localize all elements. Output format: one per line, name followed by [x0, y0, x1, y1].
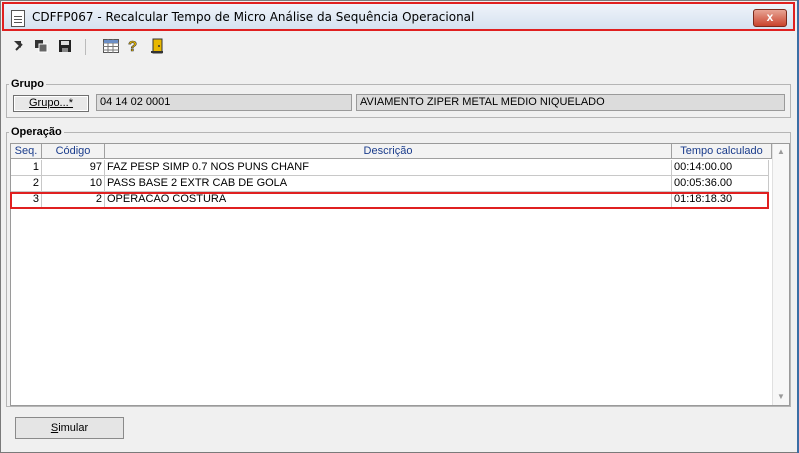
grid-icon[interactable] — [103, 38, 119, 54]
cell-seq: 3 — [11, 192, 42, 208]
grupo-button[interactable]: Grupo...* — [13, 95, 89, 112]
window-title: CDFFP067 - Recalcular Tempo de Micro Aná… — [32, 10, 475, 24]
svg-text:?: ? — [128, 38, 137, 54]
grupo-description-field[interactable]: AVIAMENTO ZIPER METAL MEDIO NIQUELADO — [356, 94, 785, 111]
exit-door-icon[interactable] — [149, 38, 165, 54]
title-bar[interactable]: CDFFP067 - Recalcular Tempo de Micro Aná… — [2, 2, 795, 31]
cell-seq: 1 — [11, 160, 42, 176]
main-window: CDFFP067 - Recalcular Tempo de Micro Aná… — [0, 0, 799, 453]
table-row[interactable]: 1 97 FAZ PESP SIMP 0.7 NOS PUNS CHANF 00… — [11, 160, 773, 176]
cell-descricao: PASS BASE 2 EXTR CAB DE GOLA — [105, 176, 672, 192]
close-button[interactable]: x — [753, 9, 787, 27]
save-icon[interactable] — [57, 38, 73, 54]
operacao-groupbox: Operação Seq. Código Descrição Tempo cal… — [6, 126, 791, 407]
operacao-legend: Operação — [9, 126, 64, 138]
cell-codigo: 2 — [42, 192, 105, 208]
toolbar-separator — [85, 39, 86, 55]
help-icon[interactable]: ? — [125, 38, 141, 54]
scroll-down-icon[interactable]: ▼ — [773, 390, 789, 404]
scroll-up-icon[interactable]: ▲ — [773, 145, 789, 159]
simular-label: imular — [58, 422, 89, 434]
cell-tempo: 00:05:36.00 — [672, 176, 769, 192]
grupo-code-field[interactable]: 04 14 02 0001 — [96, 94, 352, 111]
column-header-codigo[interactable]: Código — [42, 144, 105, 159]
cell-seq: 2 — [11, 176, 42, 192]
operacoes-table[interactable]: Seq. Código Descrição Tempo calculado 1 … — [10, 143, 790, 406]
column-header-tempo[interactable]: Tempo calculado — [672, 144, 772, 159]
document-icon — [11, 10, 25, 27]
column-header-seq[interactable]: Seq. — [11, 144, 42, 159]
grupo-groupbox: Grupo Grupo...* 04 14 02 0001 AVIAMENTO … — [6, 78, 791, 118]
arrow-out-icon[interactable] — [11, 38, 27, 54]
cell-codigo: 97 — [42, 160, 105, 176]
cell-codigo: 10 — [42, 176, 105, 192]
column-header-descricao[interactable]: Descrição — [105, 144, 672, 159]
vertical-scrollbar[interactable]: ▲ ▼ — [772, 144, 789, 405]
toolbar: ? — [1, 35, 798, 59]
grupo-legend: Grupo — [9, 78, 46, 90]
table-row[interactable]: 2 10 PASS BASE 2 EXTR CAB DE GOLA 00:05:… — [11, 176, 773, 192]
cell-descricao: FAZ PESP SIMP 0.7 NOS PUNS CHANF — [105, 160, 672, 176]
cell-tempo: 00:14:00.00 — [672, 160, 769, 176]
table-row[interactable]: 3 2 OPERACAO COSTURA 01:18:18.30 — [11, 192, 773, 208]
copy-icon[interactable] — [33, 38, 49, 54]
simular-button[interactable]: Simular — [15, 417, 124, 439]
cell-tempo: 01:18:18.30 — [672, 192, 769, 208]
cell-descricao: OPERACAO COSTURA — [105, 192, 672, 208]
